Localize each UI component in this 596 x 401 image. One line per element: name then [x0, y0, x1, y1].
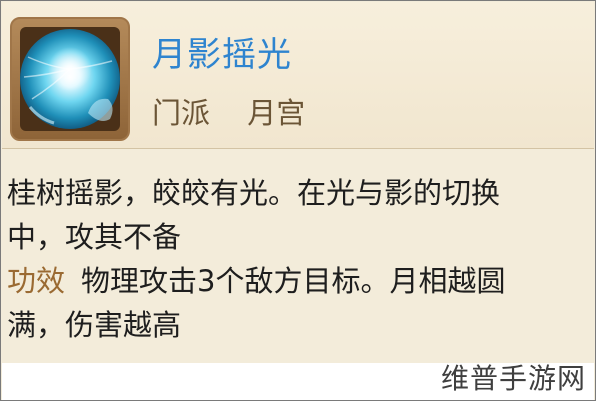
sect-label: 门派 [152, 96, 211, 130]
effect-line-2: 满，伤害越高 [7, 308, 182, 342]
effect-text-1: 物理攻击3个敌方目标。月相越圆 [81, 264, 506, 298]
skill-tooltip-panel: 月影摇光 门派 月宫 桂树摇影，皎皎有光。在光与影的切换 中，攻其不备 功效 物理… [0, 0, 596, 401]
skill-name: 月影摇光 [152, 35, 292, 75]
moon-light-skill-icon [20, 27, 120, 131]
effect-label: 功效 [7, 264, 66, 298]
sect-value: 月宫 [247, 96, 306, 130]
moon-glow-icon [20, 29, 120, 129]
description-line-2: 中，攻其不备 [7, 220, 182, 254]
sect-row: 门派 月宫 [152, 95, 305, 131]
description-line-1: 桂树摇影，皎皎有光。在光与影的切换 [7, 176, 501, 210]
effect-line-1: 功效 物理攻击3个敌方目标。月相越圆 [7, 259, 587, 303]
skill-icon-frame [10, 17, 130, 141]
watermark: 维普手游网 [440, 362, 586, 395]
skill-header: 月影摇光 门派 月宫 [2, 2, 594, 149]
skill-description-block: 桂树摇影，皎皎有光。在光与影的切换 中，攻其不备 功效 物理攻击3个敌方目标。月相… [7, 171, 587, 347]
